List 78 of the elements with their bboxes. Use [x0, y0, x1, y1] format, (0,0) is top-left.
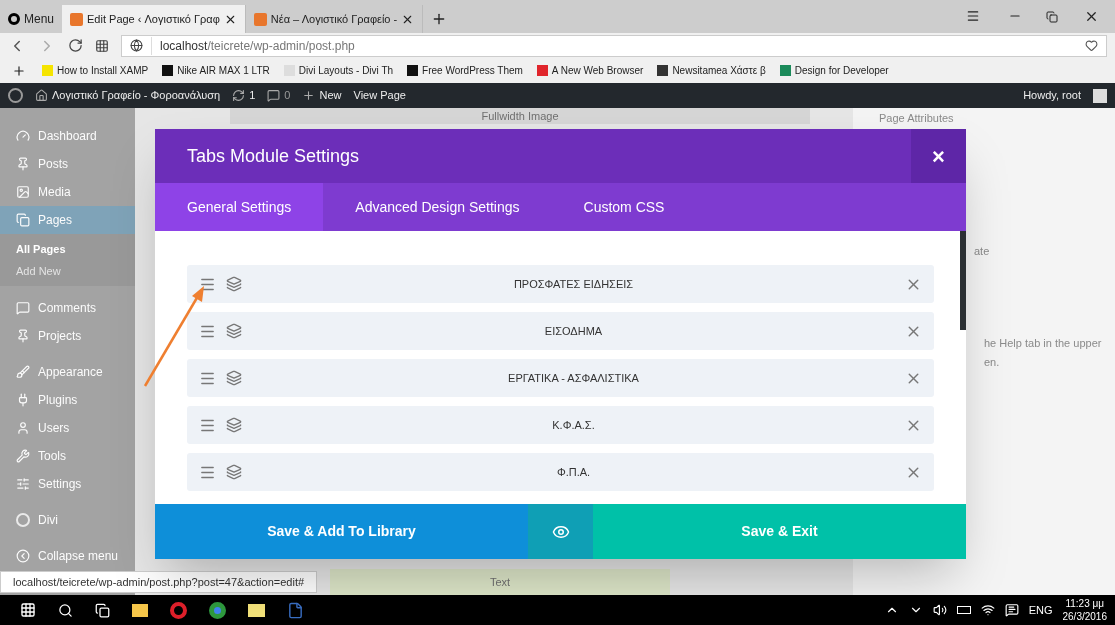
- pages-icon: [16, 213, 30, 227]
- tab-item-row[interactable]: ΕΙΣΟΔΗΜΑ: [187, 312, 934, 350]
- brush-icon: [16, 365, 30, 379]
- tab-item-row[interactable]: Φ.Π.Α.: [187, 453, 934, 491]
- site-name-link[interactable]: Λογιστικό Γραφείο - Φοροανάλυση: [52, 87, 221, 104]
- reload-icon[interactable]: [68, 38, 83, 53]
- bookmark-link[interactable]: Newsitamea Χάστε β: [657, 63, 766, 78]
- site-favicon-icon: [70, 12, 84, 26]
- speech-bubble-icon: [16, 301, 30, 315]
- duplicate-icon[interactable]: [226, 276, 242, 292]
- updates-count[interactable]: 1: [249, 87, 256, 104]
- windows-start-icon[interactable]: [20, 602, 36, 618]
- browser-tab[interactable]: Edit Page ‹ Λογιστικό Γραφ: [62, 5, 246, 33]
- opera-logo-icon: [8, 13, 20, 25]
- arrow-left-icon: [16, 549, 30, 563]
- bookmark-heart-icon[interactable]: [1085, 39, 1098, 52]
- wrench-icon: [16, 449, 30, 463]
- refresh-icon[interactable]: [232, 89, 246, 102]
- user-icon: [16, 421, 30, 435]
- sticky-notes-icon[interactable]: [248, 603, 265, 617]
- modal-title: Tabs Module Settings: [186, 144, 361, 168]
- battery-icon[interactable]: [956, 606, 971, 614]
- word-document-icon[interactable]: [287, 601, 304, 619]
- settings-tab[interactable]: Custom CSS: [551, 183, 697, 231]
- bookmark-link[interactable]: A New Web Browser: [536, 63, 644, 78]
- notification-icon[interactable]: [1004, 603, 1019, 617]
- home-icon: [35, 89, 48, 102]
- plus-icon[interactable]: [302, 89, 316, 102]
- clock[interactable]: 11:23 μμ 26/3/2016: [1062, 597, 1107, 623]
- bookmark-link[interactable]: Nike AIR MAX 1 LTR: [162, 63, 270, 78]
- greeting-link[interactable]: Howdy, root: [1023, 87, 1081, 104]
- menu-button[interactable]: Menu: [0, 5, 63, 33]
- module-bar: Fullwidth Image: [230, 108, 810, 124]
- duplicate-icon[interactable]: [226, 464, 242, 480]
- opera-icon[interactable]: [170, 601, 187, 619]
- tab-item-row[interactable]: ΕΡΓΑΤΙΚΑ - ΑΣΦΑΛΙΣΤΙΚΑ: [187, 359, 934, 397]
- duplicate-icon[interactable]: [226, 323, 242, 339]
- save-to-library-button[interactable]: Save & Add To Library: [155, 504, 528, 559]
- sliders-icon: [16, 477, 30, 491]
- bookmark-link[interactable]: Divi Layouts - Divi Th: [283, 63, 394, 78]
- close-button[interactable]: ×: [911, 129, 966, 183]
- plug-icon: [16, 393, 30, 407]
- bookmark-link[interactable]: How to Install XAMP: [42, 63, 149, 78]
- settings-tab[interactable]: Advanced Design Settings: [323, 183, 552, 231]
- close-icon[interactable]: [1084, 9, 1099, 24]
- duplicate-icon[interactable]: [226, 417, 242, 433]
- speed-dial-icon[interactable]: [95, 38, 109, 53]
- scrollbar-thumb[interactable]: [960, 231, 966, 330]
- image-icon: [16, 185, 30, 199]
- comments-count[interactable]: 0: [284, 87, 291, 104]
- add-bookmark-icon[interactable]: [12, 63, 26, 78]
- folder-icon[interactable]: [132, 603, 148, 617]
- wifi-icon[interactable]: [980, 603, 995, 617]
- bookmark-link[interactable]: Design for Developer: [779, 63, 889, 78]
- settings-tab[interactable]: General Settings: [155, 183, 324, 231]
- tab-item-row[interactable]: Κ.Φ.Α.Σ.: [187, 406, 934, 444]
- bookmark-link[interactable]: Free WordPress Them: [407, 63, 523, 78]
- new-link[interactable]: New: [319, 87, 342, 104]
- tab-item-row[interactable]: ΠΡΟΣΦΑΤΕΣ ΕΙΔΗΣΕΙΣ: [187, 265, 934, 303]
- tab-menu-icon[interactable]: [966, 9, 980, 23]
- gauge-icon: [16, 129, 30, 143]
- task-view-icon[interactable]: [95, 602, 110, 618]
- search-icon[interactable]: [58, 602, 73, 618]
- duplicate-icon[interactable]: [226, 370, 242, 386]
- chrome-icon[interactable]: [209, 601, 226, 619]
- status-url: localhost/teicrete/wp-admin/post.php?post=47&action=edit#: [0, 571, 318, 593]
- speech-bubble-icon[interactable]: [267, 89, 281, 102]
- module-bar: Text: [330, 569, 670, 595]
- volume-icon[interactable]: [932, 603, 947, 617]
- view-page-link[interactable]: View Page: [353, 87, 406, 104]
- site-favicon-icon: [253, 12, 267, 26]
- restore-icon[interactable]: [1046, 11, 1058, 23]
- pin-icon: [16, 329, 30, 343]
- pin-icon: [16, 157, 30, 171]
- avatar-icon: [1093, 88, 1107, 103]
- address-field[interactable]: localhost/teicrete/wp-admin/post.php: [121, 34, 1107, 57]
- globe-icon: [130, 39, 143, 52]
- language-indicator[interactable]: ENG: [1028, 601, 1053, 619]
